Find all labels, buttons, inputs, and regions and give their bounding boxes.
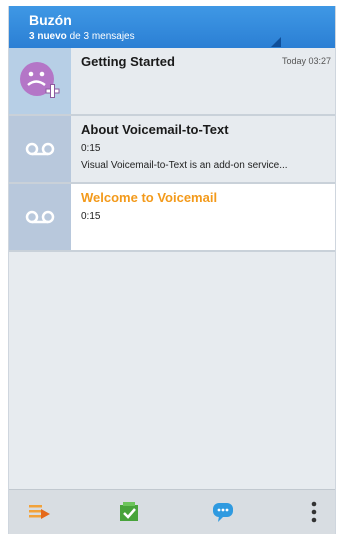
avatar bbox=[9, 116, 71, 182]
inbox-title: Buzón bbox=[29, 12, 72, 28]
message-duration: 0:15 bbox=[81, 143, 101, 154]
message-name: About Voicemail-to-Text bbox=[81, 122, 229, 137]
message-time: Today 03:27 bbox=[281, 56, 331, 66]
avatar bbox=[9, 48, 71, 114]
message-name: Getting Started bbox=[81, 54, 175, 69]
play-list-icon bbox=[29, 505, 50, 519]
app-header: Buzón 3 nuevo de 3 mensajes bbox=[9, 6, 335, 48]
message-icon bbox=[213, 503, 233, 522]
mark-read-icon bbox=[120, 502, 138, 521]
voicemail-icon bbox=[25, 142, 55, 156]
contact-avatar-icon bbox=[20, 62, 60, 98]
list-item[interactable]: Getting Started Today 03:27 bbox=[9, 48, 335, 116]
message-name: Welcome to Voicemail bbox=[81, 190, 218, 205]
message-list: Getting Started Today 03:27 About Voicem… bbox=[9, 48, 335, 252]
mark-read-button[interactable] bbox=[117, 499, 143, 525]
list-item[interactable]: About Voicemail-to-Text 0:15 Visual Voic… bbox=[9, 116, 335, 184]
total-count: de 3 mensajes bbox=[69, 31, 135, 42]
voicemail-icon bbox=[25, 210, 55, 224]
message-preview: Visual Voicemail-to-Text is an add-on se… bbox=[81, 160, 288, 171]
play-list-button[interactable] bbox=[27, 499, 53, 525]
more-options-button[interactable] bbox=[301, 499, 327, 525]
message-button[interactable] bbox=[210, 499, 236, 525]
list-item[interactable]: Welcome to Voicemail 0:15 bbox=[9, 184, 335, 252]
avatar bbox=[9, 184, 71, 250]
message-count: 3 nuevo de 3 mensajes bbox=[29, 31, 135, 42]
dropdown-indicator-icon[interactable] bbox=[271, 37, 281, 47]
message-duration: 0:15 bbox=[81, 211, 101, 222]
voicemail-app: Buzón 3 nuevo de 3 mensajes Getting Star… bbox=[8, 6, 336, 534]
bottom-toolbar bbox=[9, 489, 335, 534]
new-count: 3 nuevo bbox=[29, 31, 67, 42]
more-options-icon bbox=[311, 501, 317, 523]
